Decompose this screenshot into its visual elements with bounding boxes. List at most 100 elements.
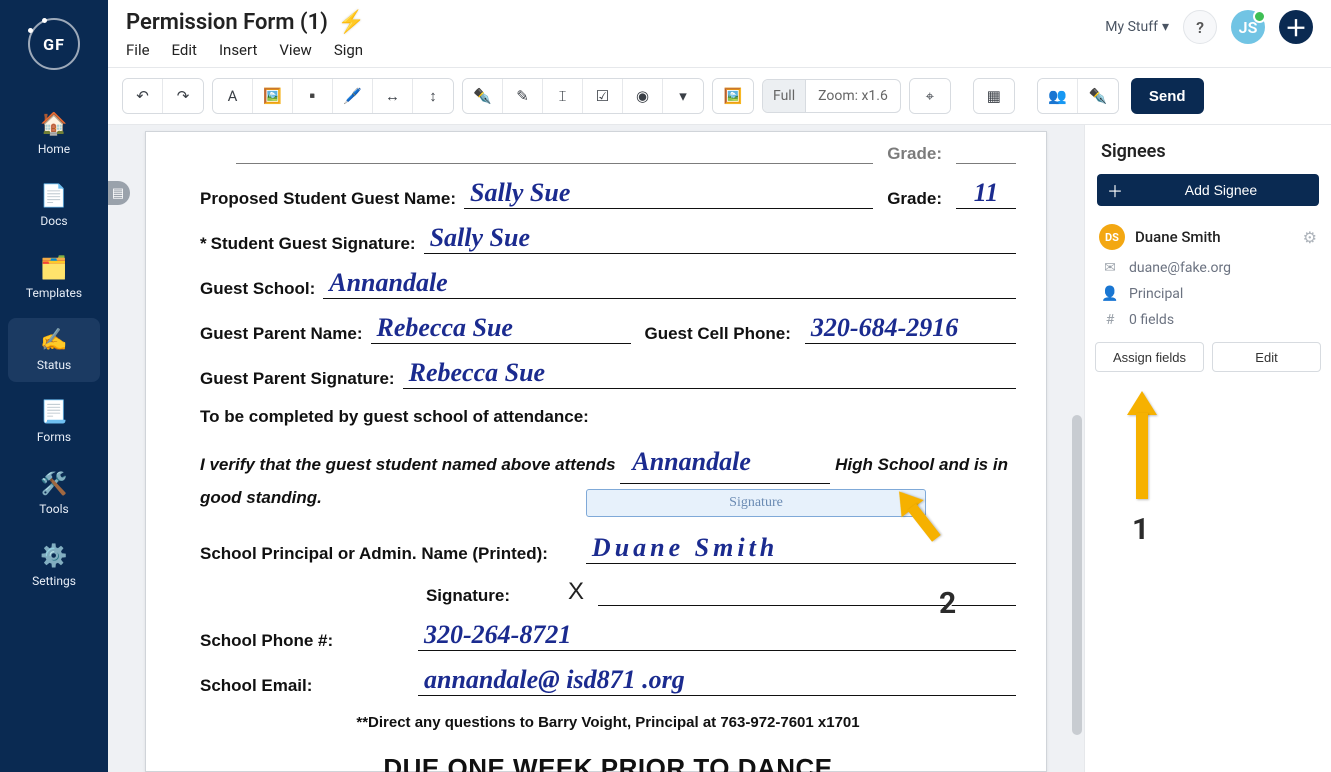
menu-sign[interactable]: Sign	[334, 41, 363, 59]
thumbnail-handle[interactable]: ▤	[108, 181, 130, 205]
document-page: xxx Grade: Proposed Student Guest Name: …	[145, 131, 1047, 772]
pdf-icon: 📄	[12, 186, 96, 208]
nav-forms-label: Forms	[37, 430, 71, 444]
person-icon: 👤	[1101, 286, 1119, 302]
rect-tool[interactable]: ▪️	[293, 79, 333, 113]
grade-label: Grade:	[881, 189, 948, 209]
zoom-full[interactable]: Full	[763, 80, 806, 112]
zoom-level: Zoom: x1.6	[806, 88, 900, 104]
scrollbar[interactable]	[1070, 125, 1082, 772]
guest-name-label: Proposed Student Guest Name:	[200, 189, 456, 209]
nav-templates[interactable]: 🗂️ Templates	[8, 246, 100, 310]
my-stuff-menu[interactable]: My Stuff ▾	[1105, 19, 1169, 35]
assign-fields-button[interactable]: Assign fields	[1095, 342, 1204, 372]
menu-insert[interactable]: Insert	[219, 41, 257, 59]
text-tool[interactable]: A	[213, 79, 253, 113]
plus-icon: ＋	[1107, 178, 1123, 202]
redo-button[interactable]: ↷	[163, 79, 203, 113]
callout-number-1: 1	[1132, 512, 1149, 547]
verify-school: Annandale	[632, 447, 751, 476]
menu-edit[interactable]: Edit	[172, 41, 197, 59]
nav-docs-label: Docs	[40, 214, 67, 228]
grade-value: 11	[974, 178, 999, 207]
signature-field-tool[interactable]: ✒️	[463, 79, 503, 113]
dropdown-field-tool[interactable]: ▾	[663, 79, 703, 113]
home-icon: 🏠	[12, 114, 96, 136]
guest-parent-value: Rebecca Sue	[377, 313, 513, 343]
gear-icon: ⚙️	[12, 546, 96, 568]
nav-templates-label: Templates	[26, 286, 82, 300]
nav-home[interactable]: 🏠 Home	[8, 102, 100, 166]
sign-tool[interactable]: ✒️	[1078, 79, 1118, 113]
add-button[interactable]: ＋	[1279, 10, 1313, 44]
guest-name-value: Sally Sue	[470, 178, 570, 208]
image-tool[interactable]: 🖼️	[253, 79, 293, 113]
attachment-tool[interactable]: 🖼️	[713, 79, 753, 113]
send-button[interactable]: Send	[1131, 78, 1204, 114]
add-signee-label: Add Signee	[1185, 182, 1257, 198]
radio-field-tool[interactable]: ◉	[623, 79, 663, 113]
school-email-label: School Email:	[200, 676, 410, 696]
help-button[interactable]: ?	[1183, 10, 1217, 44]
chevron-down-icon: ▾	[1162, 19, 1169, 35]
guest-parent-sig-value: Rebecca Sue	[409, 358, 545, 388]
signees-tool[interactable]: 👥	[1038, 79, 1078, 113]
templates-icon: 🗂️	[12, 258, 96, 280]
document-title[interactable]: Permission Form (1)	[126, 10, 328, 35]
x-mark: X	[568, 578, 584, 606]
signee-email: duane@fake.org	[1129, 260, 1231, 276]
nav-tools[interactable]: 🛠️Tools	[8, 462, 100, 526]
signature-placeholder: Signature	[729, 495, 783, 511]
undo-button[interactable]: ↶	[123, 79, 163, 113]
v-arrow-tool[interactable]: ↕	[413, 79, 453, 113]
top-grade-label: Grade:	[881, 144, 948, 164]
guest-parent-sig-label: Guest Parent Signature:	[200, 369, 395, 389]
guest-cell-label: Guest Cell Phone:	[639, 324, 797, 344]
zoom-control[interactable]: Full Zoom: x1.6	[762, 79, 901, 113]
menu-view[interactable]: View	[279, 41, 311, 59]
mail-icon: ✉	[1101, 260, 1119, 276]
signees-panel: Signees ＋Add Signee DS Duane Smith ⚙ ✉du…	[1084, 125, 1331, 772]
guest-sig-label: Student Guest Signature:	[211, 234, 416, 254]
menu-file[interactable]: File	[126, 41, 150, 59]
guest-parent-label: Guest Parent Name:	[200, 324, 363, 344]
principal-label: School Principal or Admin. Name (Printed…	[200, 544, 548, 564]
app-logo[interactable]: GF	[28, 18, 80, 70]
locate-tool[interactable]: ⌖	[910, 79, 950, 113]
signee-fields: 0 fields	[1129, 312, 1174, 328]
nav-docs[interactable]: 📄 Docs	[8, 174, 100, 238]
signee-role: Principal	[1129, 286, 1183, 302]
school-phone-value: 320-264-8721	[424, 620, 571, 650]
user-avatar[interactable]: JS	[1231, 10, 1265, 44]
signature-field[interactable]: Signature	[586, 489, 926, 517]
nav-status[interactable]: ✍️Status	[8, 318, 100, 382]
checkbox-field-tool[interactable]: ☑	[583, 79, 623, 113]
edit-signee-button[interactable]: Edit	[1212, 342, 1321, 372]
toolbar: ↶ ↷ A 🖼️ ▪️ 🖊️ ↔ ↕ ✒️ ✎ 𝙸 ☑ ◉ ▾ 🖼️ F	[108, 68, 1331, 125]
bolt-icon[interactable]: ⚡	[338, 10, 365, 35]
nav-home-label: Home	[38, 142, 70, 156]
signee-settings-icon[interactable]: ⚙	[1303, 228, 1317, 247]
highlight-tool[interactable]: 🖊️	[333, 79, 373, 113]
text-field-tool[interactable]: 𝙸	[543, 79, 583, 113]
signee-card: DS Duane Smith ⚙ ✉duane@fake.org 👤Princi…	[1085, 220, 1331, 328]
guest-school-label: Guest School:	[200, 279, 315, 299]
menubar: File Edit Insert View Sign	[126, 41, 365, 59]
h-arrow-tool[interactable]: ↔	[373, 79, 413, 113]
due-heading: DUE ONE WEEK PRIOR TO DANCE	[200, 753, 1016, 772]
guest-cell-value: 320-684-2916	[811, 313, 958, 343]
signee-name: Duane Smith	[1135, 228, 1293, 246]
forms-icon: 📃	[12, 402, 96, 424]
school-phone-label: School Phone #:	[200, 631, 410, 651]
panel-title: Signees	[1085, 125, 1331, 174]
nav-tools-label: Tools	[39, 502, 68, 516]
add-signee-button[interactable]: ＋ Add Signee	[1097, 174, 1319, 206]
grid-tool[interactable]: ▦	[974, 79, 1014, 113]
nav-settings[interactable]: ⚙️Settings	[8, 534, 100, 598]
nav-forms[interactable]: 📃 Forms	[8, 390, 100, 454]
initials-field-tool[interactable]: ✎	[503, 79, 543, 113]
workspace: ▤ xxx Grade: Proposed Student Guest Name…	[108, 125, 1331, 772]
my-stuff-label: My Stuff	[1105, 19, 1158, 35]
signature-label: Signature:	[200, 586, 560, 606]
canvas[interactable]: ▤ xxx Grade: Proposed Student Guest Name…	[108, 125, 1084, 772]
